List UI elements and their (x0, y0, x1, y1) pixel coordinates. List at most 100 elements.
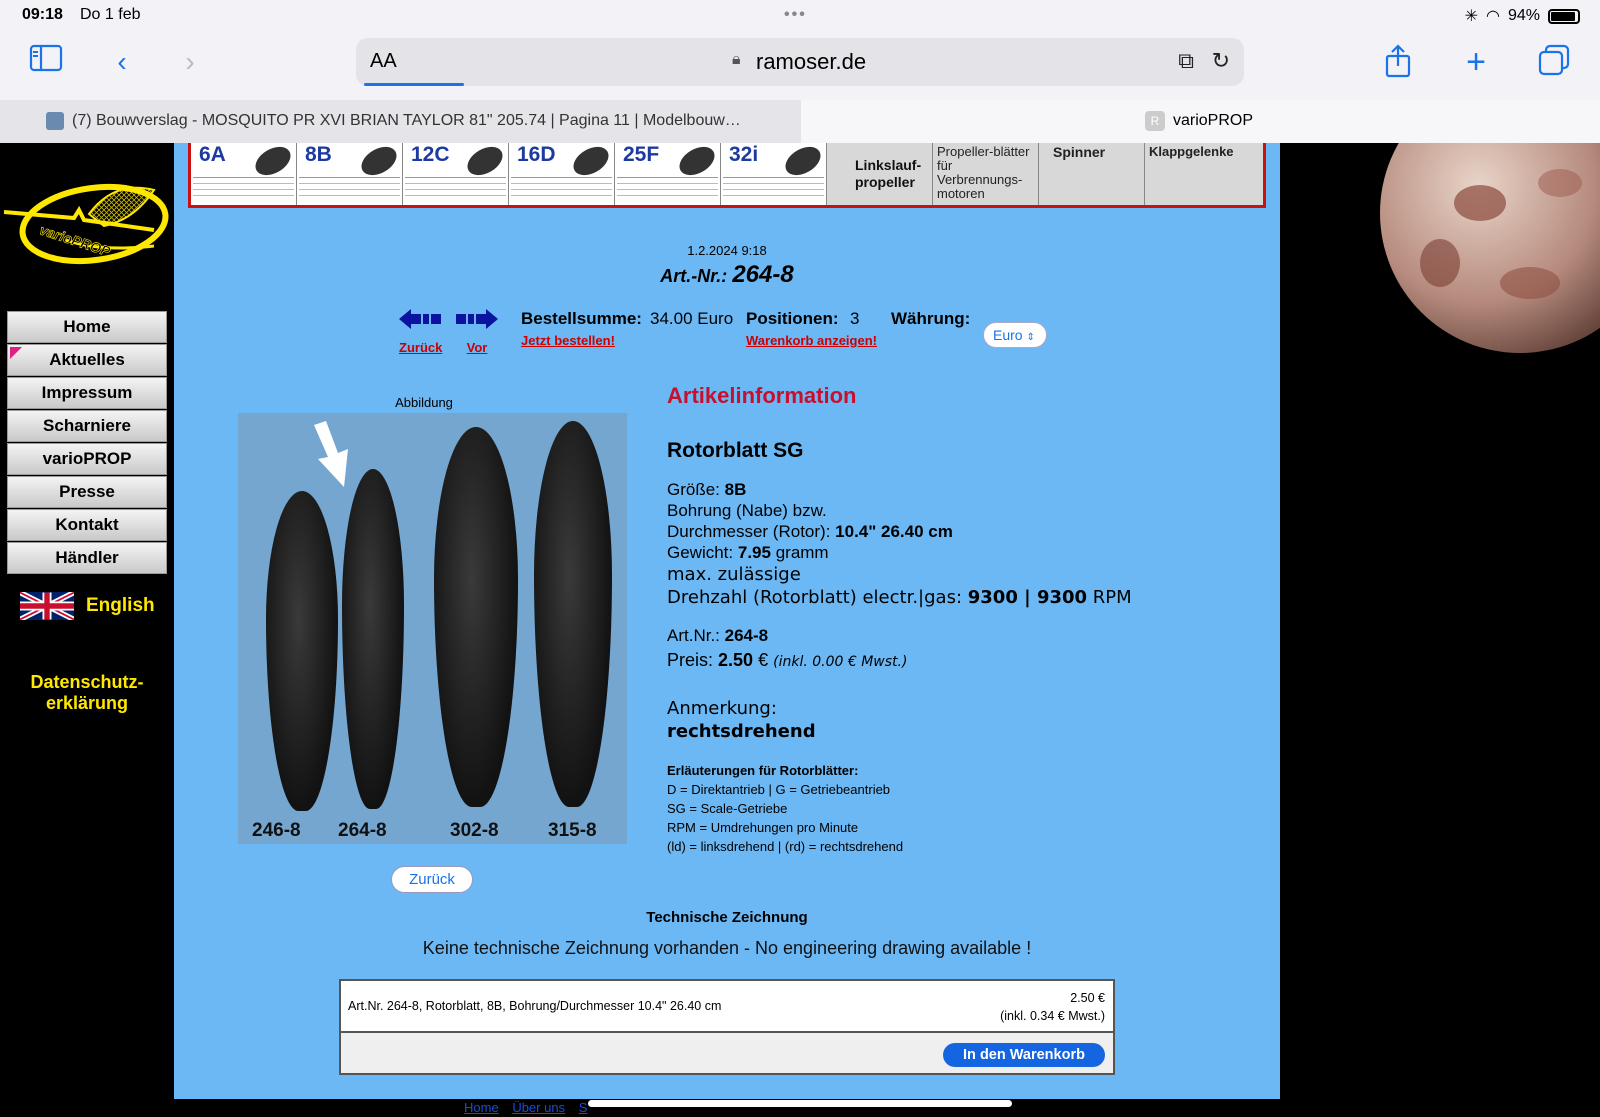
nav-varioprop[interactable]: varioPROP (7, 443, 167, 475)
share-icon[interactable] (1380, 44, 1416, 80)
product-banner: 6A 8B 12C 16D 25F 32i Linkslauf-propelle… (188, 143, 1266, 208)
blade-302-8 (434, 427, 518, 807)
varioprop-logo[interactable]: varioPROP (4, 180, 172, 276)
cart-tax: (inkl. 0.34 € Mwst.) (1000, 1009, 1105, 1023)
loading-icon: ✳ (1464, 8, 1478, 25)
new-tab-icon[interactable]: + (1458, 44, 1494, 80)
language-english-link[interactable]: English (20, 592, 155, 620)
footer-link-about[interactable]: Über uns (512, 1100, 565, 1115)
banner-linkslauf[interactable]: Linkslauf-propeller (827, 143, 933, 205)
next-article-button[interactable]: Vor (456, 309, 498, 355)
banner-cell-6a[interactable]: 6A (191, 143, 297, 205)
banner-specs (299, 177, 400, 201)
footer-link[interactable]: S (579, 1100, 588, 1115)
legend-title: Erläuterungen für Rotorblätter: (667, 763, 859, 778)
banner-cell-12c[interactable]: 12C (403, 143, 509, 205)
nav-impressum[interactable]: Impressum (7, 377, 167, 409)
currency-select[interactable]: Euro ⇕ (983, 322, 1047, 348)
nav-haendler[interactable]: Händler (7, 542, 167, 574)
price-label: Preis: (667, 650, 714, 670)
propeller-icon (250, 143, 296, 181)
main-nav: Home Aktuelles Impressum Scharniere vari… (7, 311, 167, 575)
status-bar: 09:18 Do 1 feb ••• ✳ ◠ 94% (0, 6, 1600, 28)
legend-line: (ld) = linksdrehend | (rd) = rechtsdrehe… (667, 839, 904, 854)
positions-label: Positionen: (746, 309, 839, 328)
prev-label: Zurück (399, 340, 443, 355)
article-info: Artikelinformation Rotorblatt SG Größe: … (667, 383, 1227, 856)
info-heading: Artikelinformation (667, 383, 857, 408)
order-now-link[interactable]: Jetzt bestellen! (521, 333, 615, 348)
banner-cell-8b[interactable]: 8B (297, 143, 403, 205)
banner-cell-25f[interactable]: 25F (615, 143, 721, 205)
artnr-value: 264-8 (732, 261, 794, 288)
banner-num: 32i (729, 143, 759, 166)
banner-klappgelenke[interactable]: Klappgelenke (1145, 143, 1263, 205)
spec-unit: gramm (775, 543, 829, 562)
new-marker-icon (10, 347, 22, 359)
banner-spinner[interactable]: Spinner (1039, 143, 1145, 205)
blade-label: 302-8 (450, 820, 499, 841)
spec-rpm: Drehzahl (Rotorblatt) electr.|gas: 9300 … (667, 586, 1227, 609)
price-value: 2.50 (718, 650, 754, 670)
footer-link-home[interactable]: Home (464, 1100, 499, 1115)
cart-item-row: Art.Nr. 264-8, Rotorblatt, 8B, Bohrung/D… (341, 981, 1113, 1033)
banner-blades-gas[interactable]: Propeller-blätter für Verbrennungs-motor… (933, 143, 1039, 205)
moon-image (1380, 143, 1600, 353)
info-price: Preis: 2.50 € (inkl. 0.00 € Mwst.) (667, 650, 1227, 673)
image-caption: Abbildung (395, 395, 453, 410)
wifi-icon: ◠ (1486, 8, 1500, 25)
add-to-cart-button[interactable]: In den Warenkorb (943, 1043, 1105, 1067)
uk-flag-icon (20, 592, 74, 620)
nav-presse[interactable]: Presse (7, 476, 167, 508)
spec-block: Größe: 8B Bohrung (Nabe) bzw. Durchmesse… (667, 479, 1227, 609)
nav-kontakt[interactable]: Kontakt (7, 509, 167, 541)
sidebar-toggle-icon[interactable] (28, 44, 64, 80)
nav-scharniere[interactable]: Scharniere (7, 410, 167, 442)
price-tax: (inkl. 0.00 € Mwst.) (773, 654, 908, 670)
prev-article-button[interactable]: Zurück (399, 309, 442, 355)
spec-label: Drehzahl (Rotorblatt) electr.|gas: (667, 587, 963, 608)
legend-line: D = Direktantrieb | G = Getriebeantrieb (667, 782, 891, 797)
url-text[interactable]: ramoser.de (756, 49, 866, 75)
tech-drawing-note: Keine technische Zeichnung vorhanden - N… (422, 938, 1032, 958)
reload-icon[interactable]: ↻ (1212, 48, 1230, 74)
blade-label: 264-8 (338, 820, 387, 841)
nav-aktuelles[interactable]: Aktuelles (7, 344, 167, 376)
tabs-overview-icon[interactable] (1536, 44, 1572, 80)
order-bar: Zurück Vor Bestellsumme: 34.00 Euro Jetz… (174, 309, 1280, 359)
status-right: ✳ ◠ 94% (1465, 6, 1580, 26)
note-block: Anmerkung: rechtsdrehend (667, 697, 1227, 743)
status-time: 09:18 (22, 6, 63, 23)
artnr-value: 264-8 (724, 626, 769, 645)
tab-bouwverslag[interactable]: (7) Bouwverslag - MOSQUITO PR XVI BRIAN … (0, 100, 830, 143)
back-icon[interactable]: ‹ (104, 44, 140, 80)
banner-num: 25F (623, 143, 660, 166)
propeller-icon (356, 143, 402, 181)
banner-num: 8B (305, 143, 332, 166)
back-button[interactable]: Zurück (391, 866, 473, 893)
show-cart-link[interactable]: Warenkorb anzeigen! (746, 333, 877, 348)
tech-drawing-heading: Technische Zeichnung (646, 909, 808, 926)
forward-icon[interactable]: › (172, 44, 208, 80)
banner-cell-32i[interactable]: 32i (721, 143, 827, 205)
product-photo: 246-8 264-8 302-8 315-8 (238, 413, 627, 844)
spec-label: Gewicht: (667, 543, 734, 562)
propeller-icon (462, 143, 508, 181)
note-value: rechtsdrehend (667, 721, 816, 742)
banner-specs (193, 177, 294, 201)
blade-246-8 (266, 491, 338, 811)
nav-home[interactable]: Home (7, 311, 167, 343)
cart-item-desc: Art.Nr. 264-8, Rotorblatt, 8B, Bohrung/D… (348, 999, 722, 1013)
multitask-dots-icon[interactable]: ••• (784, 6, 807, 24)
privacy-link[interactable]: Datenschutz-erklärung (14, 672, 160, 714)
address-bar[interactable]: AA 🔒︎ ramoser.de ⧉ ↻ (356, 38, 1244, 86)
spec-size: Größe: 8B (667, 479, 1227, 500)
tab-varioprop[interactable]: R varioPROP (801, 100, 1600, 143)
battery-icon (1548, 8, 1580, 24)
blade-label: 246-8 (252, 820, 301, 841)
english-label: English (86, 595, 155, 616)
extension-icon[interactable]: ⧉ (1178, 48, 1194, 74)
banner-cell-16d[interactable]: 16D (509, 143, 615, 205)
reader-aa-button[interactable]: AA (370, 50, 397, 73)
home-indicator[interactable] (588, 1100, 1012, 1107)
